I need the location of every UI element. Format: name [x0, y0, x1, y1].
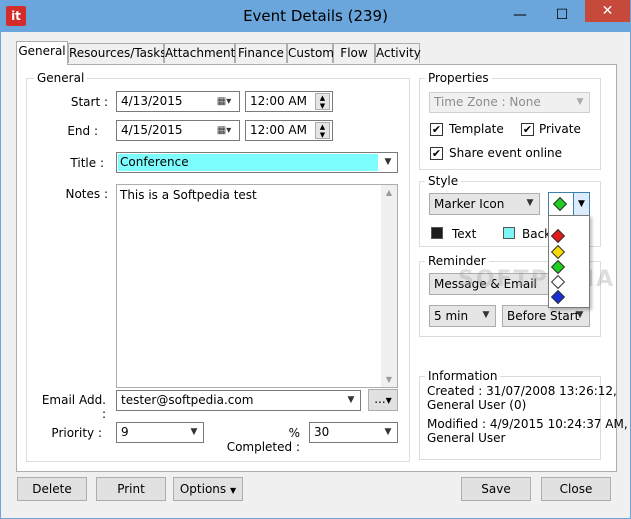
created-line1: Created : 31/07/2008 13:26:12,: [427, 384, 617, 398]
maximize-button[interactable]: ☐: [542, 2, 582, 28]
chevron-down-icon[interactable]: ▼: [186, 422, 202, 443]
tab-flow[interactable]: Flow: [333, 43, 375, 63]
title-label: Title :: [70, 156, 104, 170]
tab-attachments[interactable]: Attachments: [164, 43, 242, 63]
close-window-button[interactable]: ✕: [585, 0, 630, 22]
save-button[interactable]: Save: [461, 477, 531, 501]
chevron-down-icon[interactable]: ▼: [478, 305, 494, 327]
end-time-spinner[interactable]: ▲ ▼: [315, 122, 330, 139]
private-label: Private: [539, 122, 581, 136]
title-value: Conference: [118, 154, 378, 171]
notes-label: Notes :: [65, 187, 108, 201]
reminder-interval-value: 5 min: [434, 309, 469, 323]
notes-textarea[interactable]: [116, 184, 398, 388]
created-line2: General User (0): [427, 398, 527, 412]
tab-finance[interactable]: Finance: [235, 43, 287, 63]
timezone-select[interactable]: Time Zone : None: [429, 92, 590, 113]
tab-resources-tasks[interactable]: Resources/Tasks: [68, 43, 166, 63]
modified-line2: General User: [427, 431, 506, 445]
chevron-down-icon[interactable]: ▼: [573, 193, 589, 215]
share-online-label: Share event online: [449, 146, 563, 160]
information-group-title: Information: [425, 369, 501, 383]
tab-general[interactable]: General: [16, 41, 68, 65]
email-label: Email Add. :: [41, 393, 106, 421]
modified-line1: Modified : 4/9/2015 10:24:37 AM,: [427, 417, 628, 431]
end-time-value: 12:00 AM: [250, 123, 307, 137]
scroll-down-icon[interactable]: ▼: [381, 373, 397, 387]
template-label: Template: [449, 122, 504, 136]
text-color-label: Text: [452, 227, 477, 241]
chevron-down-icon[interactable]: ▼: [572, 305, 588, 327]
start-time-value: 12:00 AM: [250, 94, 307, 108]
minimize-button[interactable]: —: [500, 2, 540, 28]
chevron-down-icon[interactable]: ▼: [343, 390, 359, 411]
template-checkbox[interactable]: ✔: [430, 123, 443, 136]
caret-down-icon: ▼: [229, 486, 237, 495]
style-group-title: Style: [425, 174, 462, 188]
properties-group-title: Properties: [425, 71, 492, 85]
share-online-checkbox[interactable]: ✔: [430, 147, 443, 160]
start-date-value: 4/13/2015: [121, 94, 183, 108]
options-button[interactable]: Options ▼: [173, 477, 243, 501]
options-label: Options: [179, 482, 227, 496]
chevron-down-icon[interactable]: ▼: [380, 422, 396, 443]
email-more-button[interactable]: ...▼: [368, 389, 398, 411]
chevron-down-icon[interactable]: ▼: [522, 193, 538, 215]
private-checkbox[interactable]: ✔: [521, 123, 534, 136]
marker-value: Marker Icon: [434, 197, 505, 211]
start-label: Start :: [70, 95, 108, 109]
end-label: End :: [67, 124, 98, 138]
general-group-title: General: [34, 71, 88, 85]
chevron-down-icon[interactable]: ▼: [572, 92, 588, 113]
close-button[interactable]: Close: [541, 477, 611, 501]
text-color-swatch[interactable]: [431, 227, 443, 239]
chevron-down-icon[interactable]: ▼: [380, 152, 396, 173]
calendar-dropdown-icon[interactable]: ▦▾: [211, 122, 237, 139]
priority-value: 9: [121, 425, 129, 439]
priority-label: Priority :: [51, 426, 102, 440]
email-value: tester@softpedia.com: [121, 393, 254, 407]
tab-activity[interactable]: Activity: [375, 43, 421, 63]
scroll-up-icon[interactable]: ▲: [381, 186, 397, 200]
calendar-dropdown-icon[interactable]: ▦▾: [211, 93, 237, 110]
tab-custom[interactable]: Custom: [287, 43, 334, 63]
email-more-label: ...: [374, 392, 386, 406]
completed-label: % Completed :: [226, 426, 300, 454]
end-date-value: 4/15/2015: [121, 123, 183, 137]
notes-scrollbar[interactable]: [381, 185, 397, 387]
background-color-swatch[interactable]: [503, 227, 515, 239]
email-input[interactable]: tester@softpedia.com: [116, 390, 361, 411]
start-time-spinner[interactable]: ▲ ▼: [315, 93, 330, 110]
delete-button[interactable]: Delete: [17, 477, 87, 501]
completed-value: 30: [314, 425, 330, 439]
reminder-when-value: Before Start: [507, 309, 580, 323]
print-button[interactable]: Print: [96, 477, 166, 501]
notes-value: This is a Softpedia test: [120, 188, 257, 202]
